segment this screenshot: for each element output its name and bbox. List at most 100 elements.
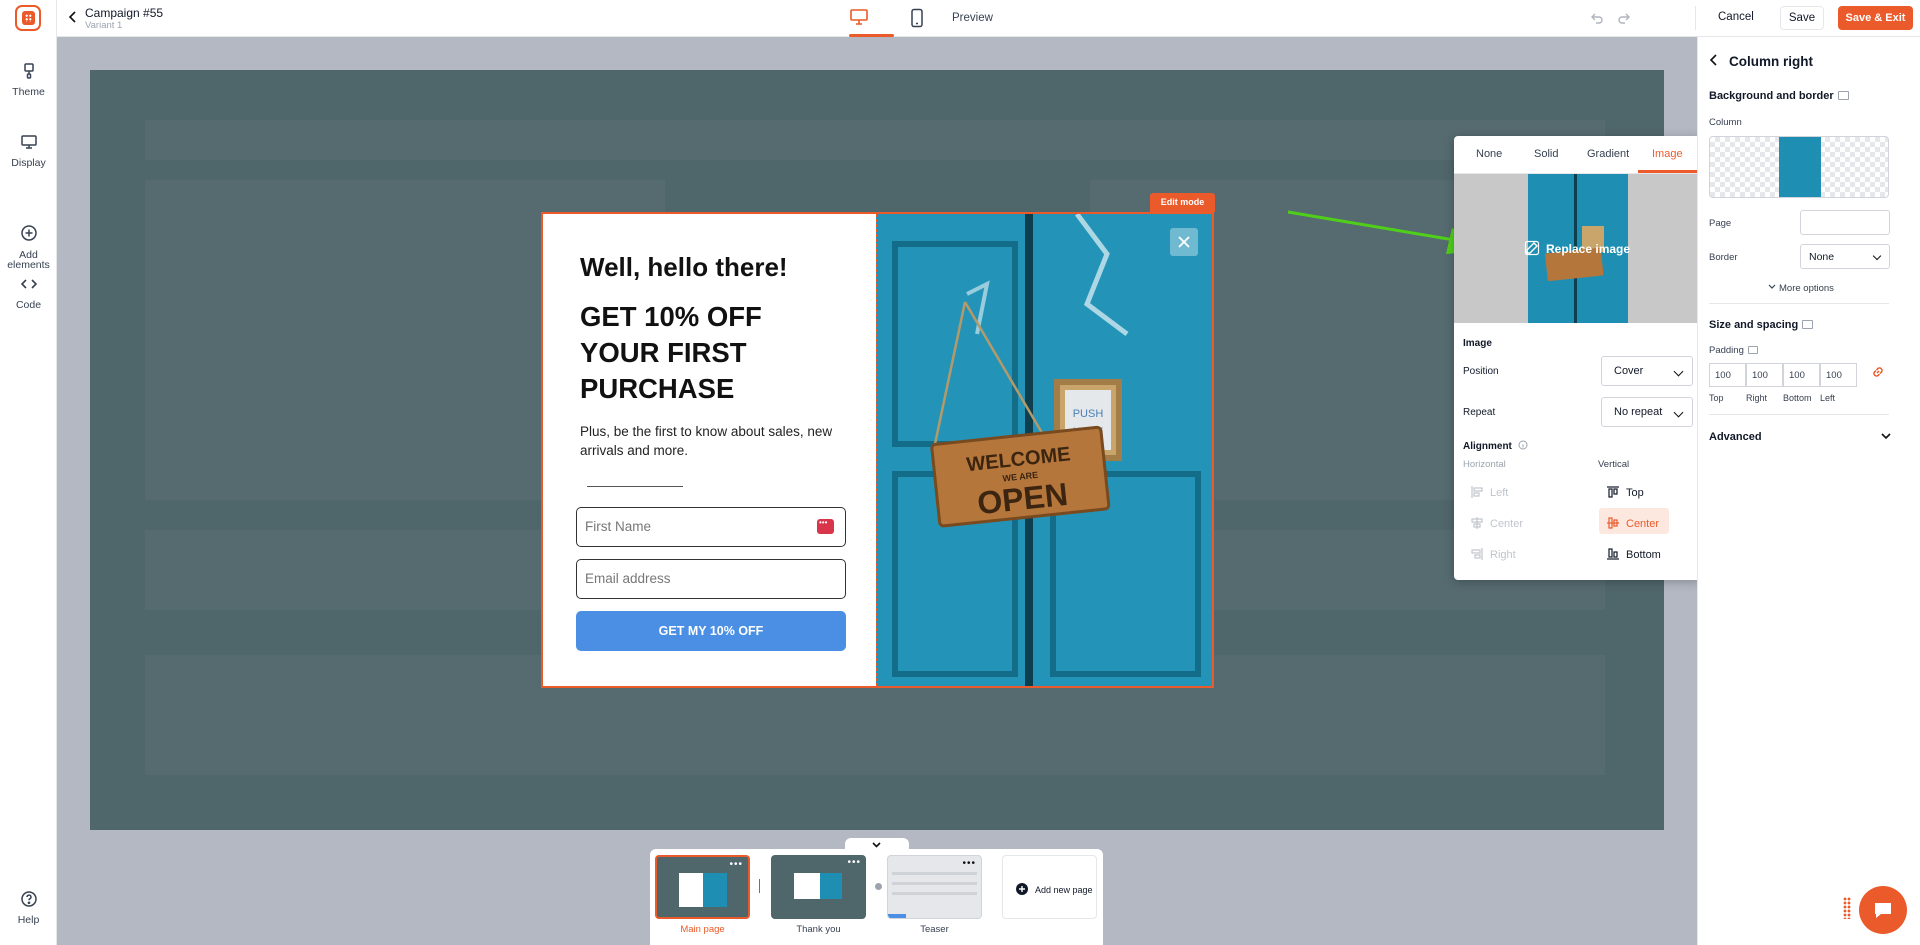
padding-bottom-label: Bottom: [1783, 393, 1812, 403]
bg-border-heading: Background and border: [1709, 90, 1849, 102]
repeat-select[interactable]: No repeat: [1601, 397, 1693, 427]
monitor-icon: [1802, 320, 1814, 329]
thumb-thankyou-right: [820, 873, 842, 899]
page-thumb-teaser[interactable]: •••: [887, 855, 982, 919]
plus-circle-icon: [1016, 883, 1028, 895]
rail-theme-label: Theme: [12, 86, 45, 98]
popup-divider-line: [587, 486, 683, 487]
padding-top-input[interactable]: 100: [1709, 363, 1746, 387]
thumb-teaser-tab: [888, 914, 906, 918]
page-connector: [759, 879, 760, 893]
first-name-placeholder: First Name: [585, 519, 652, 534]
page-thumb-main[interactable]: •••: [655, 855, 750, 919]
mobile-device-icon[interactable]: [910, 8, 924, 28]
align-left-option: Left: [1470, 485, 1508, 499]
tab-solid[interactable]: Solid: [1534, 148, 1558, 160]
background-tabs: None Solid Gradient Image: [1454, 136, 1701, 174]
chat-drag-handle[interactable]: [1843, 897, 1851, 919]
help-circle-icon: [20, 890, 38, 908]
popup-greeting[interactable]: Well, hello there!: [580, 252, 788, 283]
bg-border-heading-text: Background and border: [1709, 90, 1834, 102]
save-exit-button[interactable]: Save & Exit: [1838, 6, 1913, 30]
column-bg-image: [1779, 137, 1821, 197]
monitor-icon: [20, 133, 38, 151]
paintbrush-icon: [20, 62, 38, 80]
tab-image[interactable]: Image: [1652, 148, 1683, 160]
undo-icon[interactable]: [1590, 11, 1604, 25]
page-menu-dots-icon[interactable]: •••: [729, 859, 743, 870]
first-name-input[interactable]: First Name: [576, 507, 846, 547]
pages-bar: ••• Main page ••• Thank you ••• Teaser A…: [650, 849, 1103, 945]
popup-headline[interactable]: GET 10% OFF YOUR FIRST PURCHASE: [580, 299, 840, 407]
padding-top-label: Top: [1709, 393, 1724, 403]
repeat-label: Repeat: [1463, 407, 1496, 418]
border-select[interactable]: None: [1800, 244, 1890, 269]
thumb-popup-right: [703, 873, 727, 907]
panel-back-icon[interactable]: [1708, 54, 1720, 66]
info-icon[interactable]: [1518, 440, 1528, 450]
rail-code[interactable]: Code: [0, 275, 57, 311]
rail-add-elements[interactable]: Add elements: [0, 204, 57, 270]
page-bg-input[interactable]: [1800, 210, 1890, 235]
align-bottom-option[interactable]: Bottom: [1606, 547, 1661, 561]
align-bottom-icon: [1607, 548, 1619, 560]
page-thumb-thankyou[interactable]: •••: [771, 855, 866, 919]
save-button[interactable]: Save: [1780, 6, 1824, 30]
left-rail: Theme Display Add elements Code Help: [0, 0, 57, 945]
add-new-page-button[interactable]: Add new page: [1002, 855, 1097, 919]
monitor-icon: [1837, 91, 1849, 100]
autofill-dots-icon[interactable]: [817, 518, 834, 534]
size-spacing-heading-text: Size and spacing: [1709, 319, 1799, 331]
position-select[interactable]: Cover: [1601, 356, 1693, 386]
replace-image-label[interactable]: Replace image: [1546, 242, 1630, 256]
chevron-down-icon[interactable]: [1880, 430, 1892, 442]
topbar-divider: [1695, 6, 1696, 30]
page-menu-dots-icon[interactable]: •••: [847, 857, 861, 868]
campaign-popup[interactable]: Well, hello there! GET 10% OFF YOUR FIRS…: [541, 212, 1214, 688]
align-bottom-text: Bottom: [1626, 549, 1661, 561]
alignment-label-text: Alignment: [1463, 441, 1512, 452]
add-new-page-label: Add new page: [1035, 885, 1093, 895]
cta-button[interactable]: GET MY 10% OFF: [576, 611, 846, 651]
popup-close-button[interactable]: [1170, 228, 1198, 256]
repeat-value: No repeat: [1614, 406, 1663, 418]
app-logo-icon[interactable]: [15, 5, 41, 31]
advanced-section[interactable]: Advanced: [1709, 431, 1762, 443]
preview-link[interactable]: Preview: [952, 12, 993, 24]
align-left-icon: [1471, 486, 1483, 498]
chat-launcher-button[interactable]: [1859, 886, 1907, 934]
padding-left-input[interactable]: 100: [1820, 363, 1857, 387]
align-left-text: Left: [1490, 487, 1509, 499]
chat-bubble-icon: [1875, 903, 1891, 918]
page-connector-dot: [875, 883, 882, 890]
link-icon[interactable]: [1870, 364, 1886, 380]
popup-body-text[interactable]: Plus, be the first to know about sales, …: [580, 422, 840, 460]
back-chevron-icon[interactable]: [66, 10, 80, 24]
rail-help[interactable]: Help: [0, 890, 57, 926]
properties-panel: Column right Background and border Colum…: [1697, 37, 1920, 945]
popup-column-right[interactable]: PUSH HERE WELCOME WE ARE OPEN: [876, 214, 1212, 686]
padding-right-input[interactable]: 100: [1746, 363, 1783, 387]
page-menu-dots-icon[interactable]: •••: [962, 858, 976, 869]
rail-code-label: Code: [15, 299, 42, 311]
align-right-text: Right: [1490, 549, 1516, 561]
cancel-button[interactable]: Cancel: [1718, 11, 1754, 23]
redo-icon[interactable]: [1617, 11, 1631, 25]
rail-display[interactable]: Display: [0, 133, 57, 169]
align-center-v-option[interactable]: Center: [1606, 516, 1659, 530]
panel-title: Column right: [1729, 54, 1813, 69]
size-spacing-heading: Size and spacing: [1709, 319, 1814, 331]
padding-bottom-input[interactable]: 100: [1783, 363, 1820, 387]
push-sign-text-1: PUSH: [1073, 408, 1104, 420]
more-options-link[interactable]: More options: [1768, 283, 1834, 294]
email-input[interactable]: Email address: [576, 559, 846, 599]
image-preview[interactable]: Replace image: [1454, 174, 1701, 323]
popup-column-left[interactable]: Well, hello there! GET 10% OFF YOUR FIRS…: [543, 214, 876, 686]
tab-none[interactable]: None: [1476, 148, 1502, 160]
desktop-device-icon[interactable]: [849, 8, 869, 26]
page-label: Page: [1709, 218, 1732, 229]
tab-gradient[interactable]: Gradient: [1587, 148, 1629, 160]
column-bg-thumbnail[interactable]: [1709, 136, 1889, 198]
align-top-option[interactable]: Top: [1606, 485, 1644, 499]
rail-theme[interactable]: Theme: [0, 62, 57, 98]
